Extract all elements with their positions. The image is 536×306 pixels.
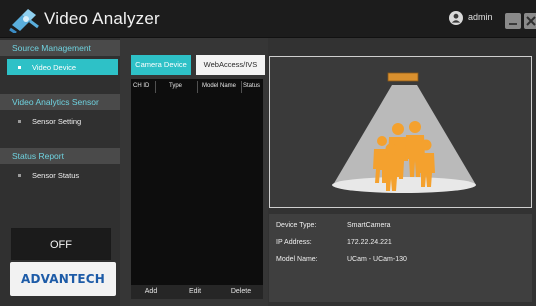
- sidebar-item-label: Sensor Status: [32, 171, 80, 180]
- bullet-icon: [18, 174, 21, 177]
- right-panel: Device Type: SmartCamera IP Address: 172…: [268, 38, 536, 306]
- user-name[interactable]: admin: [468, 12, 493, 22]
- device-preview: [269, 56, 532, 208]
- column-header-type[interactable]: Type: [169, 83, 182, 89]
- user-icon[interactable]: [449, 11, 463, 25]
- bullet-icon: [18, 120, 21, 123]
- ip-address-label: IP Address:: [276, 239, 312, 246]
- section-status-report: Status Report: [0, 148, 120, 164]
- ip-address-value: 172.22.24.221: [347, 239, 392, 246]
- device-type-value: SmartCamera: [347, 222, 391, 229]
- off-button[interactable]: OFF: [11, 228, 111, 260]
- column-header-ch-id[interactable]: CH ID: [133, 83, 149, 89]
- device-table[interactable]: CH ID Type Model Name Status: [131, 79, 263, 286]
- advantech-logo: ADVANTECH: [10, 262, 116, 296]
- sidebar-item-sensor-status[interactable]: Sensor Status: [7, 167, 118, 183]
- delete-button[interactable]: Delete: [224, 286, 258, 298]
- table-header: CH ID Type Model Name Status: [131, 79, 263, 95]
- column-header-status[interactable]: Status: [243, 83, 260, 89]
- satellite-camera-icon: [9, 9, 39, 33]
- title-bar: Video Analyzer admin: [0, 0, 536, 38]
- model-name-label: Model Name:: [276, 256, 318, 263]
- sidebar-item-label: Video Device: [32, 63, 77, 72]
- device-info: Device Type: SmartCamera IP Address: 172…: [269, 214, 532, 302]
- add-button[interactable]: Add: [136, 286, 166, 298]
- edit-button[interactable]: Edit: [180, 286, 210, 298]
- column-header-model-name[interactable]: Model Name: [202, 83, 236, 89]
- device-type-label: Device Type:: [276, 222, 317, 229]
- device-panel: Camera Device WebAccess/IVS CH ID Type M…: [120, 38, 268, 306]
- sidebar-item-label: Sensor Setting: [32, 117, 82, 126]
- column-divider: [155, 81, 156, 93]
- brand-text: ADVANTECH: [20, 272, 106, 286]
- model-name-value: UCam - UCam-130: [347, 256, 407, 263]
- bullet-icon: [18, 66, 21, 69]
- column-divider: [197, 81, 198, 93]
- ceiling-camera-people-counting-icon: [332, 72, 476, 193]
- sidebar: Source Management Video Device Video Ana…: [0, 38, 120, 306]
- close-icon: [526, 16, 536, 26]
- column-divider: [241, 81, 242, 93]
- close-button[interactable]: [524, 13, 536, 29]
- section-source-management: Source Management: [0, 40, 120, 56]
- app-title: Video Analyzer: [44, 9, 160, 28]
- section-video-analytics-sensor: Video Analytics Sensor: [0, 94, 120, 110]
- sidebar-item-video-device[interactable]: Video Device: [7, 59, 118, 75]
- minimize-button[interactable]: [505, 13, 521, 29]
- tab-webaccess-ivs[interactable]: WebAccess/IVS: [196, 55, 265, 75]
- tab-camera-device[interactable]: Camera Device: [131, 55, 191, 75]
- sidebar-item-sensor-setting[interactable]: Sensor Setting: [7, 113, 118, 129]
